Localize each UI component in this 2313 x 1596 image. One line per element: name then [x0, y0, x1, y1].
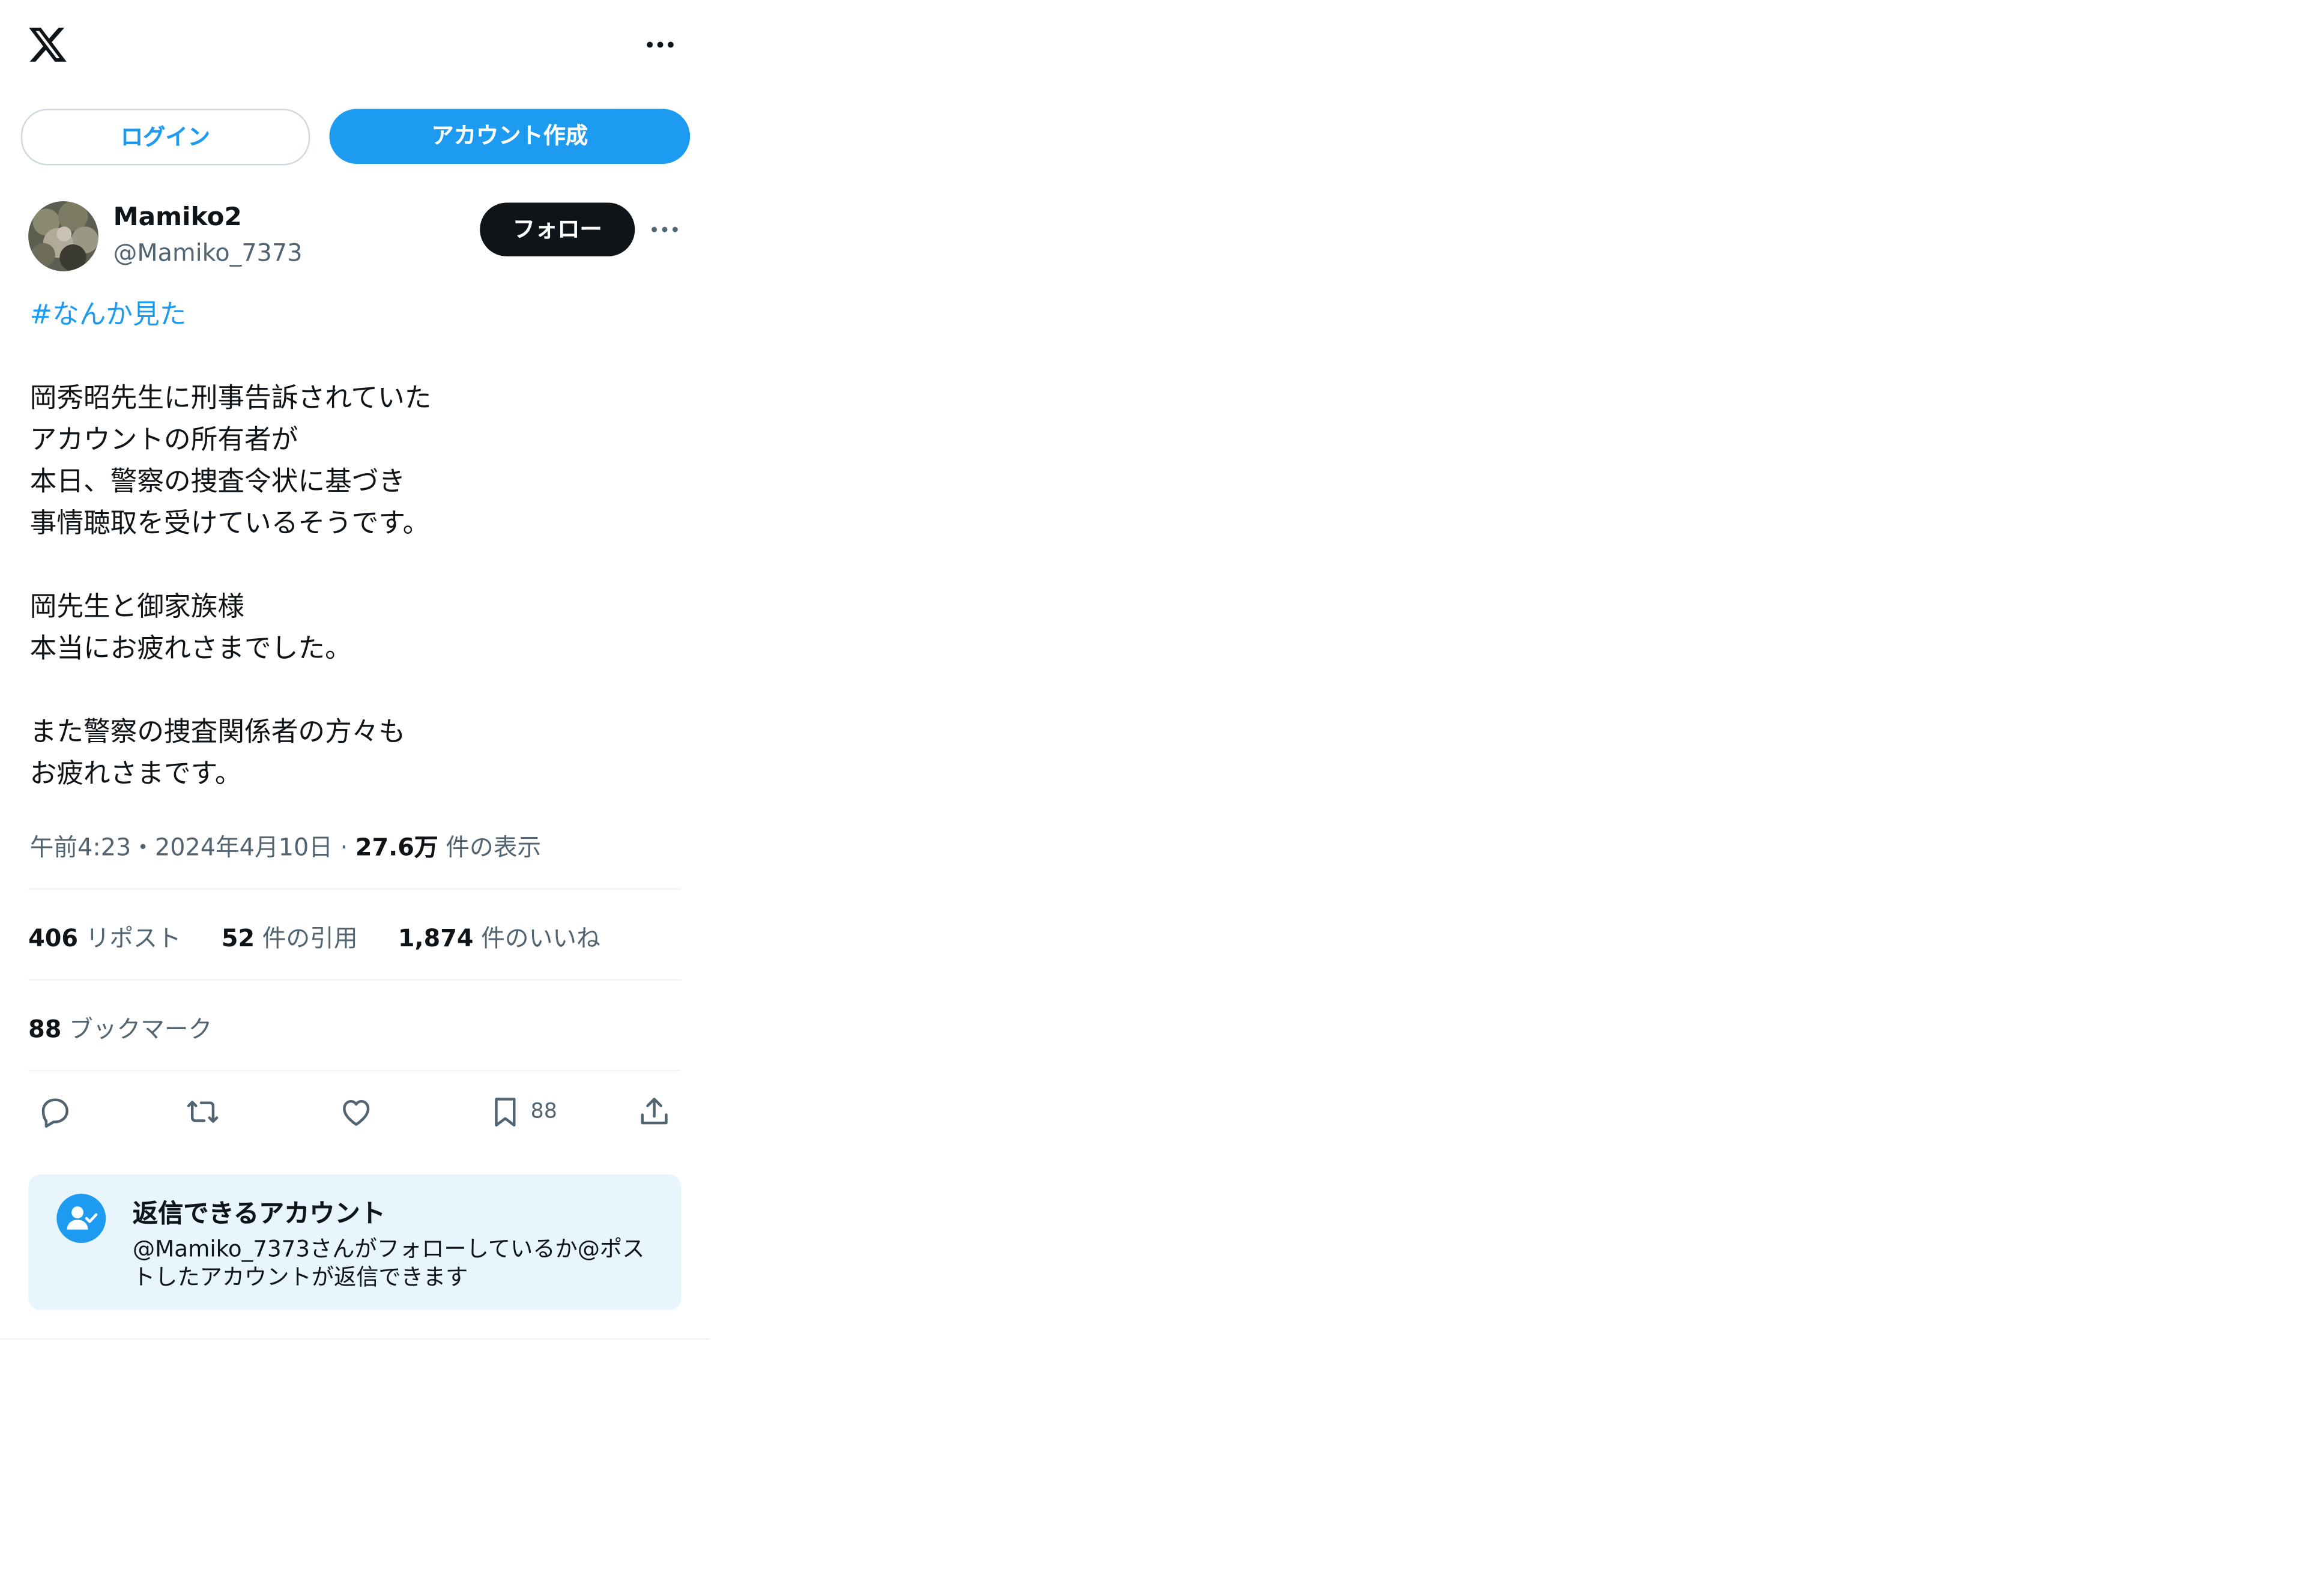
- top-bar: [0, 0, 709, 89]
- user-check-icon: [56, 1194, 106, 1243]
- post-text-line: 本日、警察の捜査令状に基づき: [29, 466, 406, 498]
- bookmark-count: 88: [530, 1099, 557, 1124]
- views-count: 27.6万: [355, 833, 438, 862]
- post-time[interactable]: 午前4:23: [30, 833, 132, 861]
- post-date[interactable]: 2024年4月10日: [155, 833, 333, 861]
- follow-button[interactable]: フォロー: [480, 202, 635, 256]
- divider: [28, 888, 682, 890]
- post-text-line: また警察の捜査関係者の方々も: [29, 716, 406, 748]
- likes-stat[interactable]: 1,874 件のいいね: [398, 924, 600, 952]
- reply-restriction-description: @Mamiko_7373さんがフォローしているか@ポストしたアカウントが返信でき…: [132, 1235, 645, 1291]
- post-text-line: アカウントの所有者が: [29, 425, 298, 456]
- repost-icon[interactable]: [185, 1094, 221, 1133]
- login-button[interactable]: ログイン: [20, 109, 310, 166]
- quotes-stat[interactable]: 52 件の引用: [222, 924, 358, 952]
- share-icon[interactable]: [636, 1094, 673, 1133]
- reposts-count: 406: [28, 923, 79, 952]
- reposts-label: リポスト: [85, 923, 181, 952]
- views-label: 件の表示: [446, 833, 542, 862]
- reply-restriction-title: 返信できるアカウント: [132, 1200, 386, 1230]
- post-text: #なんか見た 岡秀昭先生に刑事告訴されていた アカウントの所有者が 本日、警察の…: [30, 295, 686, 796]
- post-text-line: [30, 671, 686, 712]
- post-text-line: 事情聴取を受けているそうです。: [29, 508, 430, 540]
- display-name[interactable]: Mamiko2: [113, 203, 242, 233]
- post-text-line: 岡秀昭先生に刑事告訴されていた: [29, 382, 432, 414]
- more-horizontal-icon[interactable]: [638, 27, 682, 63]
- post-text-line: [30, 337, 686, 378]
- reply-restriction-card: 返信できるアカウント @Mamiko_7373さんがフォローしているか@ポストし…: [28, 1174, 682, 1310]
- engagement-stats: 406 リポスト 52 件の引用 1,874 件のいいね: [28, 918, 633, 954]
- quotes-count: 52: [221, 923, 255, 952]
- meta-separator: ·: [333, 833, 355, 862]
- avatar[interactable]: [28, 201, 98, 271]
- reposts-stat[interactable]: 406 リポスト: [28, 924, 181, 952]
- bookmark-icon[interactable]: [488, 1094, 524, 1133]
- post-text-line: 岡先生と御家族様: [29, 591, 245, 623]
- user-handle[interactable]: @Mamiko_7373: [113, 238, 303, 267]
- reply-icon[interactable]: [37, 1094, 73, 1133]
- likes-label: 件のいいね: [481, 923, 600, 952]
- divider: [28, 979, 682, 981]
- bookmarks-count: 88: [28, 1015, 62, 1044]
- post-text-line: [30, 545, 686, 587]
- like-icon[interactable]: [338, 1094, 374, 1133]
- create-account-button[interactable]: アカウント作成: [329, 109, 691, 165]
- hashtag-link[interactable]: #なんか見た: [30, 295, 686, 336]
- x-logo-icon[interactable]: [27, 24, 68, 65]
- page: ログイン アカウント作成 Mamiko2 @Mamiko_7373 フォロー #…: [0, 0, 2313, 1596]
- post-text-line: 本当にお疲れさまでした。: [29, 633, 352, 665]
- meta-separator: ・: [131, 833, 156, 862]
- post-more-icon[interactable]: [647, 213, 683, 246]
- post-column: ログイン アカウント作成 Mamiko2 @Mamiko_7373 フォロー #…: [0, 0, 710, 1340]
- likes-count: 1,874: [398, 923, 474, 952]
- screen: ログイン アカウント作成 Mamiko2 @Mamiko_7373 フォロー #…: [0, 0, 2313, 1596]
- post-meta: 午前4:23・2024年4月10日 · 27.6万 件の表示: [30, 827, 542, 863]
- post-text-line: お疲れさまです。: [29, 758, 242, 790]
- bookmarks-label: ブックマーク: [69, 1015, 213, 1044]
- bookmarks-stat[interactable]: 88 ブックマーク: [28, 1009, 212, 1045]
- divider: [28, 1070, 682, 1072]
- quotes-label: 件の引用: [262, 923, 358, 952]
